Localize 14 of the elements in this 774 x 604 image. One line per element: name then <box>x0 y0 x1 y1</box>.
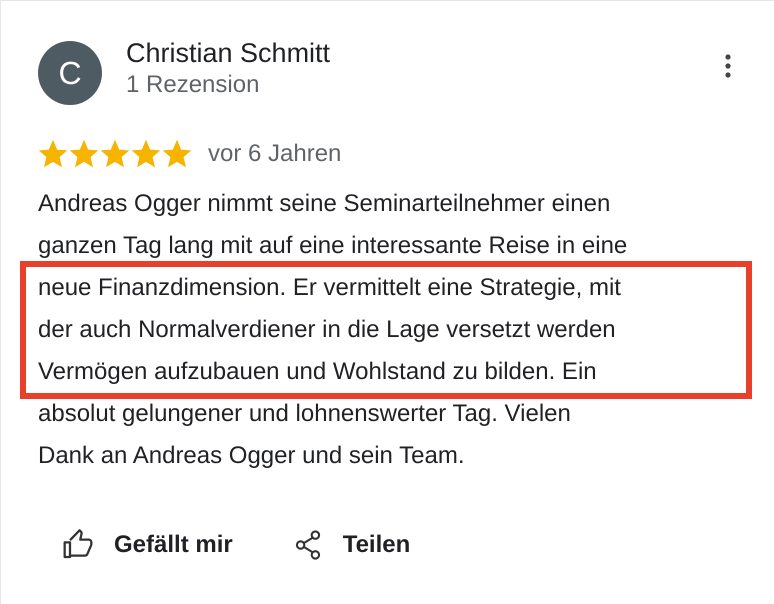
review-text: Andreas Ogger nimmt seine Seminarteilnehmer einen ganzen Tag lang mit auf eine interessante Reise in eine neue Finanzdimension. Er vermittelt eine Strategie, mit der auch Normalverdiener in die Lage versetzt werden Vermögen aufzubauen und Wohlstand zu bilden. Ein absolut gelungener und lohnenswerter Tag. Vielen Dank an Andreas Ogger und sein Team. <box>20 177 752 483</box>
thumbs-up-icon <box>62 529 94 561</box>
review-count: 1 Rezension <box>126 70 260 98</box>
star-icon <box>162 139 192 169</box>
avatar[interactable]: C <box>38 41 102 105</box>
share-button[interactable]: Teilen <box>292 529 410 561</box>
like-button[interactable]: Gefällt mir <box>62 529 233 561</box>
star-icon <box>38 139 68 169</box>
star-icon <box>131 139 161 169</box>
more-options-icon[interactable] <box>724 53 732 79</box>
star-icon <box>100 139 130 169</box>
review-date: vor 6 Jahren <box>208 140 342 168</box>
star-icon <box>69 139 99 169</box>
reviewer-name[interactable]: Christian Schmitt <box>126 38 700 68</box>
